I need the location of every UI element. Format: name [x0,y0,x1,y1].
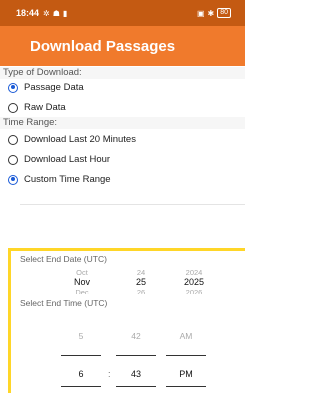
radio-label: Download Last Hour [24,154,111,165]
year-current[interactable]: 2025 [172,277,216,288]
bluetooth-status-icon: ✱ [207,8,215,18]
ampm-underline [166,355,206,356]
radio-unselected-icon[interactable] [8,154,18,165]
month-prev[interactable]: Oct [60,268,104,277]
radio-last-20-minutes[interactable]: Download Last 20 Minutes [8,134,136,145]
ampm-underline [166,386,206,387]
day-prev[interactable]: 24 [119,268,163,277]
divider [20,204,245,205]
radio-selected-icon[interactable] [8,174,18,185]
status-bar: 18:44 ✲ ☗ ▮ ▣ ✱ 80 [0,0,245,26]
radio-unselected-icon[interactable] [8,134,18,145]
settings-status-icon: ✲ [43,8,50,18]
radio-label: Passage Data [24,82,84,93]
radio-raw-data[interactable]: Raw Data [8,102,66,113]
time-separator: : [108,369,111,379]
day-picker[interactable]: 24 25 26 [119,268,163,294]
page-title: Download Passages [30,37,176,55]
ampm-prev[interactable]: AM [166,331,206,341]
day-next[interactable]: 26 [119,288,163,294]
year-next[interactable]: 2026 [172,288,216,294]
sim-status-icon: ▮ [62,8,68,18]
end-time-label: Select End Time (UTC) [20,298,108,308]
minute-underline [116,386,156,387]
minute-current[interactable]: 43 [116,369,156,379]
ampm-current[interactable]: PM [166,369,206,379]
hour-prev[interactable]: 5 [61,331,101,341]
custom-range-panel: Select End Date (UTC) Oct Nov Dec 24 25 … [8,248,245,393]
radio-label: Raw Data [24,102,66,113]
status-right-icons: ▣ ✱ 80 [197,8,231,18]
year-prev[interactable]: 2024 [172,268,216,277]
radio-custom-time-range[interactable]: Custom Time Range [8,174,111,185]
cast-status-icon: ▣ [196,8,205,18]
hour-current[interactable]: 6 [61,369,101,379]
battery-icon: 80 [217,8,231,18]
radio-label: Custom Time Range [24,174,111,185]
radio-selected-icon[interactable] [8,82,18,93]
radio-last-hour[interactable]: Download Last Hour [8,154,110,165]
time-range-label: Time Range: [0,117,245,129]
month-current[interactable]: Nov [60,277,104,288]
radio-unselected-icon[interactable] [8,102,18,113]
app-bar: Download Passages [0,26,245,66]
radio-label: Download Last 20 Minutes [24,134,136,145]
status-time: 18:44 [16,8,40,18]
status-left-icons: ✲ ☗ ▮ [43,9,67,18]
month-picker[interactable]: Oct Nov Dec [60,268,104,294]
radio-passage-data[interactable]: Passage Data [8,82,84,93]
minute-prev[interactable]: 42 [116,331,156,341]
app-status-icon: ☗ [52,8,60,18]
hour-underline [61,386,101,387]
end-date-label: Select End Date (UTC) [20,254,107,264]
day-current[interactable]: 25 [119,277,163,288]
download-type-label: Type of Download: [0,67,245,79]
hour-underline [61,355,101,356]
month-next[interactable]: Dec [60,288,104,294]
year-picker[interactable]: 2024 2025 2026 [172,268,216,294]
minute-underline [116,355,156,356]
